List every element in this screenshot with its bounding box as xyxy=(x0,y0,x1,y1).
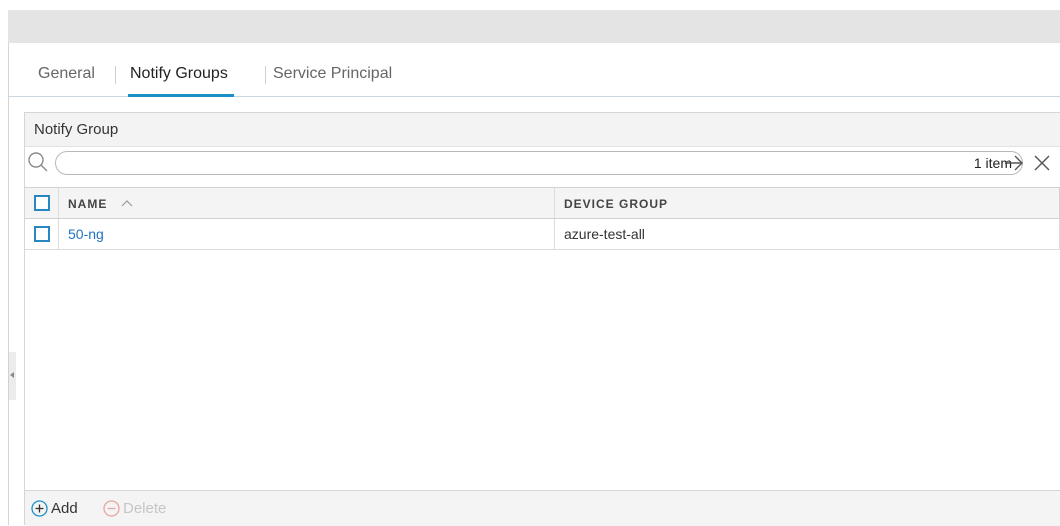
table-row[interactable]: 50-ng azure-test-all xyxy=(25,219,1060,250)
plus-circle-icon xyxy=(31,500,48,517)
add-label: Add xyxy=(51,500,78,517)
arrow-right-icon[interactable] xyxy=(1003,152,1025,174)
minus-circle-icon xyxy=(103,500,120,517)
delete-label: Delete xyxy=(123,500,167,517)
row-check-cell xyxy=(25,219,59,249)
column-device-group[interactable]: DEVICE GROUP xyxy=(555,188,1059,218)
frame-divider xyxy=(8,43,9,525)
notify-group-table: NAME DEVICE GROUP 50-ng azure-test-all xyxy=(25,187,1060,250)
panel-title: Notify Group xyxy=(34,121,119,138)
tab-general[interactable]: General xyxy=(38,63,95,97)
notify-group-link[interactable]: 50-ng xyxy=(68,226,104,242)
select-all-checkbox[interactable] xyxy=(34,195,50,211)
device-group-value: azure-test-all xyxy=(564,226,645,242)
panel-header: Notify Group xyxy=(25,113,1060,147)
search-field[interactable]: 1 item xyxy=(55,151,1023,175)
close-icon[interactable] xyxy=(1031,152,1053,174)
search-input[interactable] xyxy=(66,154,926,172)
search-icon[interactable] xyxy=(27,150,49,174)
chevron-up-icon[interactable] xyxy=(121,198,133,208)
column-name[interactable]: NAME xyxy=(59,188,555,218)
header-check-cell xyxy=(25,188,59,218)
column-name-label: NAME xyxy=(68,197,108,211)
top-bar xyxy=(8,10,1060,43)
collapse-left-icon xyxy=(10,372,14,378)
tab-service-principal[interactable]: Service Principal xyxy=(273,63,392,97)
device-group-cell: azure-test-all xyxy=(555,219,1059,249)
table-header: NAME DEVICE GROUP xyxy=(25,187,1060,219)
tab-bar: General Notify Groups Service Principal xyxy=(8,43,1060,97)
name-cell: 50-ng xyxy=(59,219,555,249)
notify-group-panel: Notify Group 1 item NAME DEVICE GROUP 50… xyxy=(24,112,1060,526)
column-device-group-label: DEVICE GROUP xyxy=(564,197,669,211)
row-checkbox[interactable] xyxy=(34,226,50,242)
search-bar: 1 item xyxy=(25,147,1060,187)
tab-divider xyxy=(115,66,116,84)
collapse-handle[interactable] xyxy=(8,352,16,400)
tab-notify-groups[interactable]: Notify Groups xyxy=(128,63,234,97)
tab-divider xyxy=(265,66,266,84)
panel-footer: Add Delete xyxy=(25,490,1060,526)
